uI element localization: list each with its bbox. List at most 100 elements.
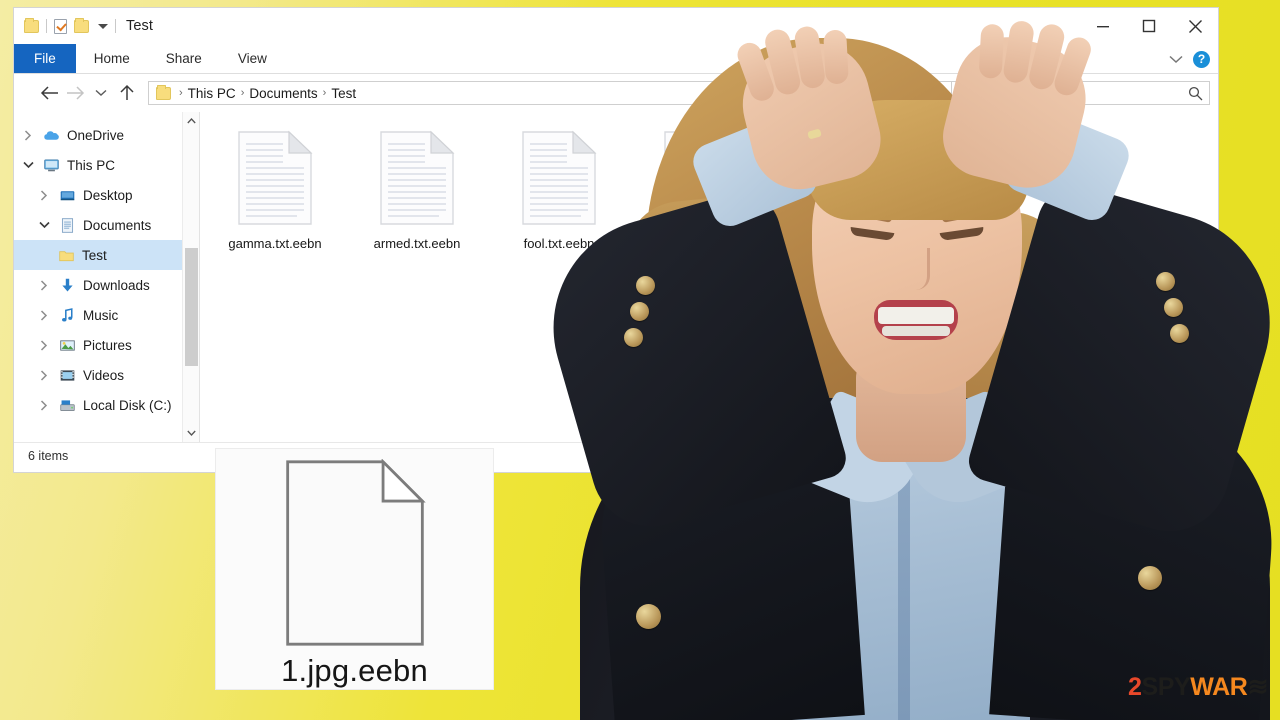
breadcrumb-item-documents[interactable]: Documents [249,86,317,101]
sidebar-item-label: Pictures [83,337,132,353]
sidebar-item-onedrive[interactable]: OneDrive [14,120,199,150]
logo-part-e: ≋ [1247,673,1268,701]
title-bar: Test [14,8,1218,44]
chevron-down-icon[interactable] [1169,55,1183,64]
scroll-up-button[interactable] [183,112,199,130]
chevron-down-icon[interactable] [20,161,36,169]
text-file-icon [664,130,739,225]
sidebar-item-label: Documents [83,217,152,233]
file-name-label: fool.txt.eebn [523,236,595,251]
search-input[interactable]: Search Test [960,86,1188,101]
logo-part-spy: SPY [1141,672,1191,701]
text-file-icon [380,130,455,225]
chevron-right-icon[interactable] [36,339,52,351]
recent-locations-button[interactable] [88,80,114,106]
breadcrumb[interactable]: › This PC › Documents › Test [148,81,952,105]
breadcrumb-separator: › [240,87,245,99]
search-box[interactable]: Search Test [952,81,1210,105]
customize-caret-icon[interactable] [98,23,108,29]
sidebar-item-label: Test [82,247,107,263]
scroll-up-icon [186,118,196,124]
minimize-button[interactable] [1080,8,1126,44]
sidebar-item-label: Videos [83,367,125,383]
tab-file[interactable]: File [14,44,76,73]
desktop-icon [60,190,75,200]
breadcrumb-separator: › [322,87,327,99]
back-button[interactable] [36,80,62,106]
sidebar-item-downloads[interactable]: Downloads [14,270,199,300]
sidebar-item-desktop[interactable]: Desktop [14,180,199,210]
sidebar-item-label: This PC [67,157,116,173]
file-grid: gamma.txt.eebn armed.txt.eebn fool.txt.e… [218,130,1218,251]
help-icon[interactable]: ? [1193,50,1210,68]
chevron-right-icon[interactable] [36,399,52,411]
scroll-down-button[interactable] [183,424,199,442]
file-name-label: gamma.txt.eebn [228,236,322,251]
chevron-right-icon[interactable] [20,129,36,141]
shirt-placket [898,430,910,720]
window-body: OneDrive This PC Desktop Documents Test … [14,112,1218,442]
folder-icon[interactable] [24,17,39,33]
chevron-right-icon[interactable] [36,189,52,201]
ribbon-right-controls: ? [1169,44,1210,74]
close-button[interactable] [1172,8,1218,44]
file-explorer-window: Test File Home Share View ? › This PC › … [14,8,1218,472]
text-file-icon [522,130,597,225]
scroll-down-icon [186,430,196,436]
folder-icon [156,84,171,100]
sidebar-item-music[interactable]: Music [14,300,199,330]
chevron-down-icon[interactable] [36,221,52,229]
sidebar-item-documents[interactable]: Documents [14,210,199,240]
sidebar-item-videos[interactable]: Videos [14,360,199,390]
picture-icon [60,339,75,351]
brand-logo: 2 SPY WAR ≋ [1128,672,1268,702]
file-item[interactable]: fool.txt.eebn [502,130,616,251]
new-folder-icon[interactable] [74,17,89,33]
minimize-icon [1097,26,1109,28]
breadcrumb-item-test[interactable]: Test [331,86,356,101]
breadcrumb-item-this-pc[interactable]: This PC [188,86,236,101]
quick-access-toolbar [24,17,116,34]
chevron-right-icon[interactable] [36,279,52,291]
sidebar-item-test[interactable]: Test [14,240,199,270]
monitor-icon [44,159,59,171]
highlighted-file-name: 1.jpg.eebn [281,653,428,688]
tab-home[interactable]: Home [76,44,148,73]
maximize-button[interactable] [1126,8,1172,44]
toolbar-divider [46,19,47,33]
file-name-label: vera.txt.e [674,236,728,251]
chevron-right-icon[interactable] [36,309,52,321]
window-controls [1080,8,1218,44]
file-item[interactable]: armed.txt.eebn [360,130,474,251]
blank-document-icon [285,459,426,646]
file-list-pane[interactable]: gamma.txt.eebn armed.txt.eebn fool.txt.e… [200,112,1218,442]
forward-arrow-icon [66,86,84,100]
tab-view[interactable]: View [220,44,285,73]
breadcrumb-separator: › [179,87,183,99]
music-icon [62,307,73,322]
up-arrow-icon [120,84,134,100]
properties-icon[interactable] [54,18,67,34]
highlighted-file-card[interactable]: 1.jpg.eebn [216,449,493,689]
sidebar-scrollbar[interactable] [182,112,199,442]
chevron-down-icon [95,89,107,96]
tab-share[interactable]: Share [148,44,220,73]
file-item[interactable]: vera.txt.e [644,130,758,251]
drive-icon [60,399,75,411]
search-icon[interactable] [1188,86,1203,101]
document-icon [61,217,74,233]
navigation-bar: › This PC › Documents › Test Search Test [14,74,1218,112]
file-item[interactable]: gamma.txt.eebn [218,130,332,251]
sidebar-item-pictures[interactable]: Pictures [14,330,199,360]
cloud-icon [44,130,59,140]
up-button[interactable] [114,80,140,106]
sidebar-item-label: OneDrive [67,127,125,143]
navigation-pane: OneDrive This PC Desktop Documents Test … [14,112,200,442]
back-arrow-icon [40,86,58,100]
sidebar-item-local-disk[interactable]: Local Disk (C:) [14,390,199,420]
chevron-right-icon[interactable] [36,369,52,381]
sidebar-item-this-pc[interactable]: This PC [14,150,199,180]
scrollbar-track[interactable] [183,130,199,424]
forward-button[interactable] [62,80,88,106]
scrollbar-thumb[interactable] [185,248,198,366]
